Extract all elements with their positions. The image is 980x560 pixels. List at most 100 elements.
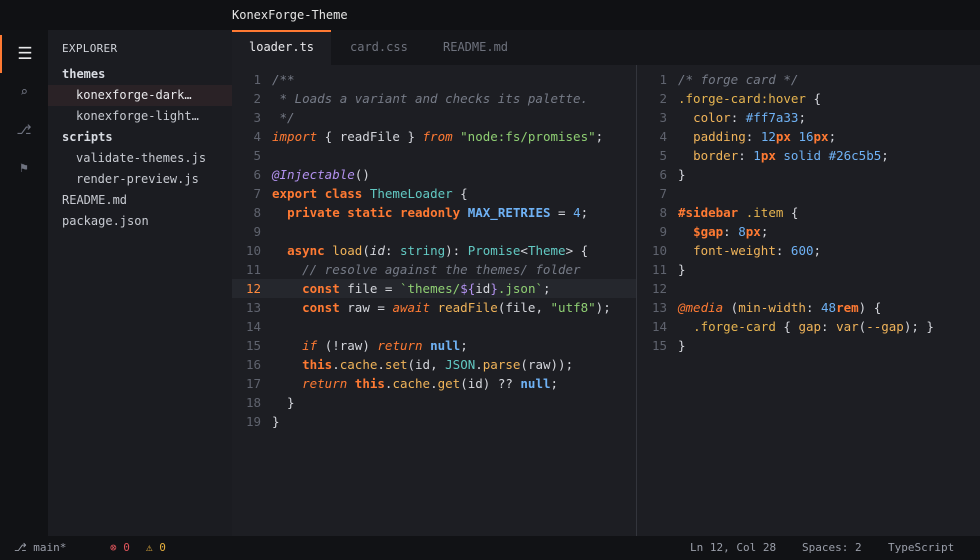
code-line[interactable]: 4 import { readFile } from "node:fs/promi… xyxy=(232,127,636,146)
code-token: @Injectable xyxy=(272,167,355,182)
error-count[interactable]: ⊗ 0 xyxy=(110,536,130,560)
code-line[interactable]: 18 } xyxy=(232,393,636,412)
code-line[interactable]: 16 this.cache.set(id, JSON.parse(raw)); xyxy=(232,355,636,374)
source-control-button[interactable]: ⎇ xyxy=(0,111,48,149)
code-token: () xyxy=(354,167,370,182)
code-line[interactable]: 13 @media (min-width: 48rem) { xyxy=(637,298,980,317)
code-line[interactable]: 19} xyxy=(232,412,636,431)
line-number: 5 xyxy=(659,148,667,163)
warning-count[interactable]: ⚠ 0 xyxy=(146,536,166,560)
branch-indicator[interactable]: ⎇ main* xyxy=(14,536,66,560)
code-text: @media (min-width: 48rem) { xyxy=(678,298,881,317)
code-token: Promise xyxy=(467,243,521,258)
code-line[interactable]: 3 */ xyxy=(232,108,636,127)
files-button[interactable]: ☰ xyxy=(0,35,48,73)
cursor-position[interactable]: Ln 12, Col 28 xyxy=(690,536,776,560)
code-line[interactable]: 15 if (!raw) return null; xyxy=(232,336,636,355)
search-button[interactable]: ⌕ xyxy=(0,73,48,111)
code-line[interactable]: 6 @Injectable() xyxy=(232,165,636,184)
code-text: * Loads a variant and checks its palette… xyxy=(272,89,589,108)
code-token: . xyxy=(377,357,385,372)
code-token: ThemeLoader xyxy=(369,186,453,201)
code-token: ; xyxy=(595,129,604,144)
code-line[interactable]: 4 padding: 12px 16px; xyxy=(637,127,980,146)
code-text: } xyxy=(272,412,280,431)
code-line[interactable]: 1 /* forge card */ xyxy=(637,70,980,89)
editor-pane-left[interactable]: 1 /** 2 * Loads a variant and checks its p… xyxy=(232,65,636,536)
code-token: Theme xyxy=(527,243,566,258)
code-token: } xyxy=(490,281,498,296)
tab-readme-md[interactable]: README.md xyxy=(426,30,525,65)
code-line[interactable]: 17 return this.cache.get(id) ?? null; xyxy=(232,374,636,393)
code-line[interactable]: 14 .forge-card { gap: var(--gap); } xyxy=(637,317,980,336)
editor-tab-bar: loader.ts card.css README.md xyxy=(232,30,980,65)
editor-pane-right[interactable]: 1/* forge card */ 2 .forge-card:hover {3 c… xyxy=(637,65,980,536)
code-line[interactable]: 7 xyxy=(637,184,980,203)
code-token: 16 xyxy=(798,129,814,144)
tree-file[interactable]: konexforge-light… xyxy=(48,106,232,127)
code-line[interactable]: 12 xyxy=(637,279,980,298)
code-text: padding: 12px 16px; xyxy=(678,127,836,146)
tree-file[interactable]: konexforge-dark… xyxy=(48,85,232,106)
code-line[interactable]: 1 /** xyxy=(232,70,636,89)
code-token: /** xyxy=(272,72,295,87)
tree-folder[interactable]: scripts xyxy=(48,127,232,148)
line-number: 9 xyxy=(253,224,261,239)
code-token: "node:fs/promises" xyxy=(460,129,596,144)
tab-card-css[interactable]: card.css xyxy=(333,30,425,65)
code-token: . xyxy=(475,357,483,372)
code-line[interactable]: 6} xyxy=(637,165,980,184)
code-line[interactable]: 2 .forge-card:hover { xyxy=(637,89,980,108)
code-text: #sidebar .item { xyxy=(678,203,798,222)
code-token: readFile xyxy=(437,300,498,315)
language-mode[interactable]: TypeScript xyxy=(888,536,954,560)
code-line[interactable]: 11 // resolve against the themes/ folder xyxy=(232,260,636,279)
code-line[interactable]: 5 border: 1px solid #26c5b5; xyxy=(637,146,980,165)
code-text: // resolve against the themes/ folder xyxy=(272,260,580,279)
tab-loader-ts[interactable]: loader.ts xyxy=(232,30,332,65)
tree-file[interactable]: package.json xyxy=(48,211,232,232)
code-token: id xyxy=(369,243,385,258)
tree-file[interactable]: validate-themes.js xyxy=(48,148,232,169)
code-line[interactable]: 2 * Loads a variant and checks its palet… xyxy=(232,89,636,108)
line-number: 2 xyxy=(659,91,667,106)
code-line[interactable]: 9 xyxy=(232,222,636,241)
code-token: } xyxy=(678,338,686,353)
code-token: ; xyxy=(798,110,806,125)
code-token: return xyxy=(302,376,348,391)
code-token: < xyxy=(520,243,528,258)
code-text: font-weight: 600; xyxy=(678,241,821,260)
code-line[interactable]: 5 xyxy=(232,146,636,165)
code-line[interactable]: 10 async load(id: string): Promise<Theme… xyxy=(232,241,636,260)
tree-folder[interactable]: themes xyxy=(48,64,232,85)
code-text: .forge-card:hover { xyxy=(678,89,821,108)
code-text: } xyxy=(678,165,686,184)
code-line[interactable]: 8 #sidebar .item { xyxy=(637,203,980,222)
code-line[interactable]: 12 const file = `themes/${id}.json`; xyxy=(232,279,636,298)
code-line[interactable]: 11} xyxy=(637,260,980,279)
code-token: rem xyxy=(836,300,859,315)
line-number: 15 xyxy=(651,338,667,353)
code-token: if xyxy=(302,338,318,353)
code-line[interactable]: 15} xyxy=(637,336,980,355)
code-line[interactable]: 7 export class ThemeLoader { xyxy=(232,184,636,203)
tree-file[interactable]: render-preview.js xyxy=(48,169,232,190)
line-number: 7 xyxy=(253,186,261,201)
debug-button[interactable]: ⚑ xyxy=(0,149,48,187)
code-line[interactable]: 9 $gap: 8px; xyxy=(637,222,980,241)
line-number: 14 xyxy=(651,319,667,334)
code-line[interactable]: 3 color: #ff7a33; xyxy=(637,108,980,127)
tree-file[interactable]: README.md xyxy=(48,190,232,211)
indentation-setting[interactable]: Spaces: 2 xyxy=(802,536,862,560)
code-line[interactable]: 10 font-weight: 600; xyxy=(637,241,980,260)
code-line[interactable]: 8 private static readonly MAX_RETRIES = … xyxy=(232,203,636,222)
code-line[interactable]: 13 const raw = await readFile(file, "utf… xyxy=(232,298,636,317)
code-token: set xyxy=(384,357,408,372)
code-line[interactable]: 14 xyxy=(232,317,636,336)
